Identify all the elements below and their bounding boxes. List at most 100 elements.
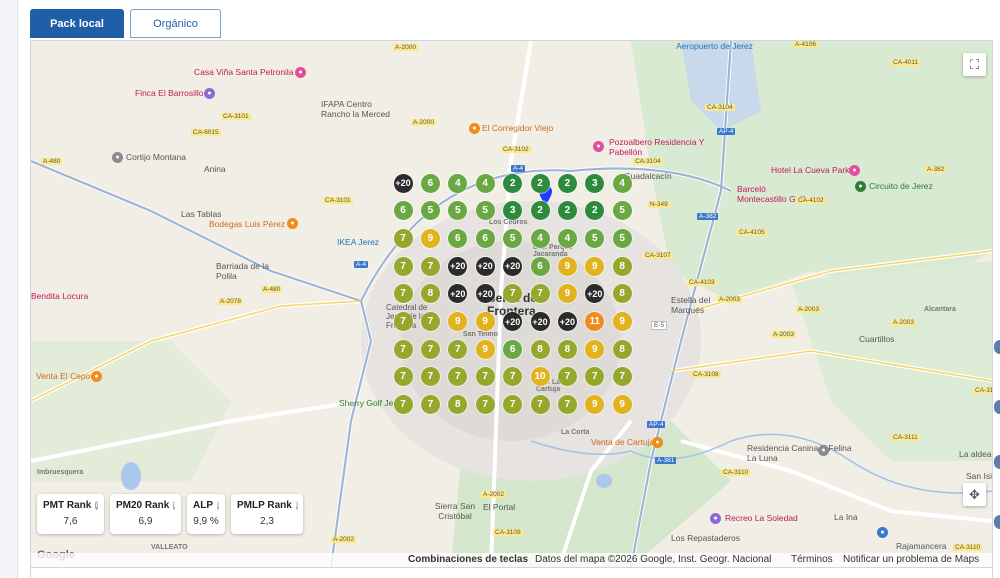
rank-pin[interactable]: 9 (557, 256, 577, 276)
place-label: Las Tablas (181, 209, 222, 219)
metric-label: ALP (193, 500, 213, 511)
rank-pin[interactable]: 2 (530, 201, 550, 221)
attraction-icon: ● (710, 513, 721, 524)
rank-pin[interactable]: 7 (393, 256, 413, 276)
rank-pin[interactable]: 7 (420, 339, 440, 359)
map-view[interactable]: Casa Viña Santa Petronila ● Finca El Bar… (30, 40, 993, 568)
rank-pin[interactable]: 8 (530, 339, 550, 359)
rank-pin[interactable]: 2 (530, 173, 550, 193)
tab-pack-local[interactable]: Pack local (30, 9, 124, 38)
info-icon[interactable]: i (295, 501, 298, 510)
metric-pmlp-rank: PMLP Rank i 2,3 (231, 494, 303, 534)
rank-pin[interactable]: 3 (585, 173, 605, 193)
report-problem-link[interactable]: Notificar un problema de Maps (843, 554, 979, 565)
rank-pin[interactable]: 9 (612, 312, 632, 331)
rank-pin[interactable]: 5 (612, 228, 632, 248)
rank-pin[interactable]: 8 (612, 284, 632, 304)
metric-label: PMLP Rank (237, 500, 292, 511)
rank-pin[interactable]: 7 (393, 339, 413, 359)
terms-link[interactable]: Términos (791, 554, 833, 565)
metric-pmt-rank: PMT Rank i 7,6 (37, 494, 104, 534)
tab-bar: Pack local Orgánico (30, 9, 221, 38)
rank-pin[interactable]: 7 (393, 395, 413, 415)
rank-pin[interactable]: 10 (530, 367, 550, 387)
rank-pin[interactable]: 5 (475, 201, 495, 221)
info-icon[interactable]: i (173, 501, 176, 510)
rank-pin[interactable]: 7 (393, 312, 413, 331)
place-label: Alcantara (924, 306, 956, 313)
place-label: Recreo La Soledad (725, 513, 798, 523)
rank-pin[interactable]: 4 (557, 228, 577, 248)
rank-pin[interactable]: +20 (503, 256, 523, 276)
info-icon[interactable]: i (95, 501, 98, 510)
panel-bottom-border (30, 566, 993, 578)
rank-pin[interactable]: 4 (448, 173, 468, 193)
rank-pin[interactable]: 5 (612, 201, 632, 221)
rank-pin[interactable]: 7 (393, 284, 413, 304)
rank-pin[interactable]: 9 (420, 228, 440, 248)
info-icon[interactable]: i (217, 501, 219, 510)
keyboard-shortcuts-link[interactable]: Combinaciones de teclas (408, 554, 528, 565)
rank-pin[interactable]: 9 (475, 312, 495, 331)
rank-pin[interactable]: 8 (612, 256, 632, 276)
rank-pin[interactable]: 5 (420, 201, 440, 221)
rank-pin[interactable]: 8 (612, 339, 632, 359)
rank-pin[interactable]: 7 (557, 395, 577, 415)
rank-pin[interactable]: +20 (557, 312, 577, 331)
place-label: IKEA Jerez (337, 237, 380, 247)
rank-pin[interactable]: +20 (393, 173, 413, 193)
rank-pin[interactable]: 7 (393, 367, 413, 387)
rank-pin[interactable]: 7 (448, 339, 468, 359)
place-label: Finca El Barrosillo (135, 88, 204, 98)
restaurant-icon: ● (469, 123, 480, 134)
rank-pin[interactable]: 7 (475, 395, 495, 415)
place-label: Imbruesquera (37, 469, 84, 476)
place-label: Residencia Canina Y Felina La Luna (747, 443, 852, 463)
rank-pin[interactable]: 2 (557, 201, 577, 221)
tab-organico[interactable]: Orgánico (130, 9, 221, 38)
rank-pin[interactable]: 7 (530, 284, 550, 304)
rank-pin[interactable]: 9 (612, 395, 632, 415)
rank-pin[interactable]: +20 (475, 284, 495, 304)
rank-pin[interactable]: 7 (612, 367, 632, 387)
rank-pin[interactable]: 9 (475, 339, 495, 359)
rank-pin[interactable]: 5 (503, 228, 523, 248)
rank-pin[interactable]: 8 (557, 339, 577, 359)
rank-pin[interactable]: 7 (393, 228, 413, 248)
place-label: Pozoalbero Residencia Y Pabellón (609, 137, 705, 157)
restaurant-icon: ● (652, 437, 663, 448)
rank-pin[interactable]: 9 (585, 339, 605, 359)
fullscreen-icon[interactable]: ⛶ (963, 53, 986, 76)
rank-pin[interactable]: 7 (475, 367, 495, 387)
rank-pin[interactable]: 6 (393, 201, 413, 221)
rank-pin[interactable]: 9 (585, 256, 605, 276)
rank-pin[interactable]: 6 (420, 173, 440, 193)
place-label: Circuito de Jerez (869, 181, 933, 191)
rank-pin[interactable]: 6 (503, 339, 523, 359)
rank-pin[interactable]: +20 (530, 312, 550, 331)
map-footer: Combinaciones de teclas Datos del mapa ©… (31, 553, 992, 567)
rank-pin[interactable]: 7 (420, 312, 440, 331)
rank-pin[interactable]: 4 (475, 173, 495, 193)
rank-pin[interactable]: 7 (420, 256, 440, 276)
rank-pin[interactable]: +20 (503, 312, 523, 331)
rank-pin[interactable]: 6 (530, 256, 550, 276)
move-icon[interactable]: ✥ (963, 483, 986, 506)
place-label: Bodegas Luis Pérez (209, 219, 286, 229)
metric-value: 9,9 % (193, 516, 219, 527)
rank-pin[interactable]: 7 (420, 395, 440, 415)
rank-pin[interactable]: 4 (530, 228, 550, 248)
rank-pin[interactable]: 7 (530, 395, 550, 415)
rank-pin[interactable]: 6 (475, 228, 495, 248)
place-label: El Corregidor Viejo (482, 123, 554, 133)
rank-pin[interactable]: +20 (448, 256, 468, 276)
rank-pin[interactable]: 2 (503, 173, 523, 193)
race-track-icon: ● (855, 181, 866, 192)
rank-pin[interactable]: 2 (557, 173, 577, 193)
rank-pin[interactable]: 4 (612, 173, 632, 193)
side-handle (994, 340, 1000, 354)
district-label: Los Cedros (489, 219, 528, 226)
place-label: La Corta (561, 429, 590, 436)
place-label: Sierra San Cristóbal (434, 501, 476, 521)
rank-pin[interactable]: +20 (475, 256, 495, 276)
